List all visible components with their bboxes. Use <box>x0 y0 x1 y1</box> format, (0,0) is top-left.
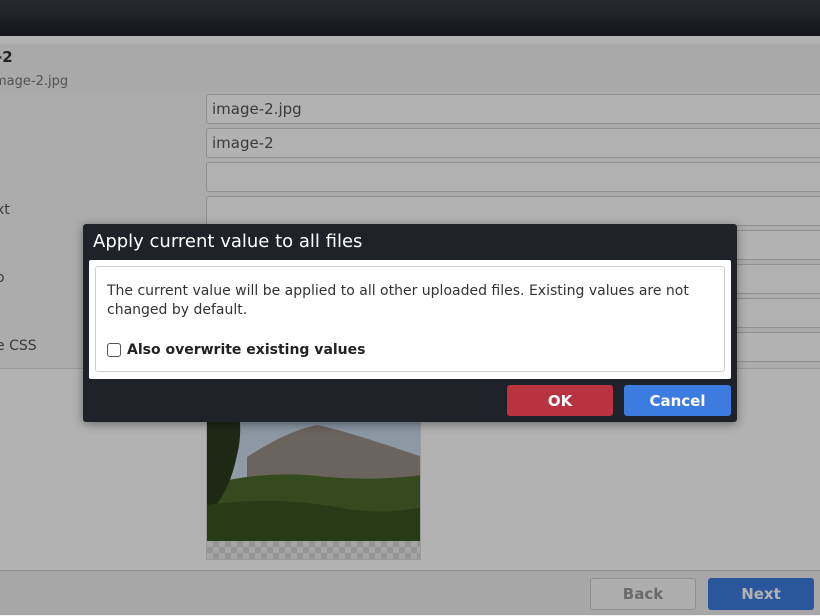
apply-to-all-dialog: Apply current value to all files The cur… <box>83 224 737 422</box>
dialog-title: Apply current value to all files <box>93 231 363 252</box>
dialog-body-wrapper: The current value will be applied to all… <box>89 260 731 379</box>
overwrite-checkbox-label[interactable]: Also overwrite existing values <box>127 342 365 358</box>
overwrite-option[interactable]: Also overwrite existing values <box>107 340 365 360</box>
dialog-message: The current value will be applied to all… <box>107 283 689 318</box>
ok-button[interactable]: OK <box>507 385 613 416</box>
dialog-body: The current value will be applied to all… <box>95 266 725 372</box>
cancel-button[interactable]: Cancel <box>624 385 731 416</box>
overwrite-checkbox[interactable] <box>107 343 121 357</box>
